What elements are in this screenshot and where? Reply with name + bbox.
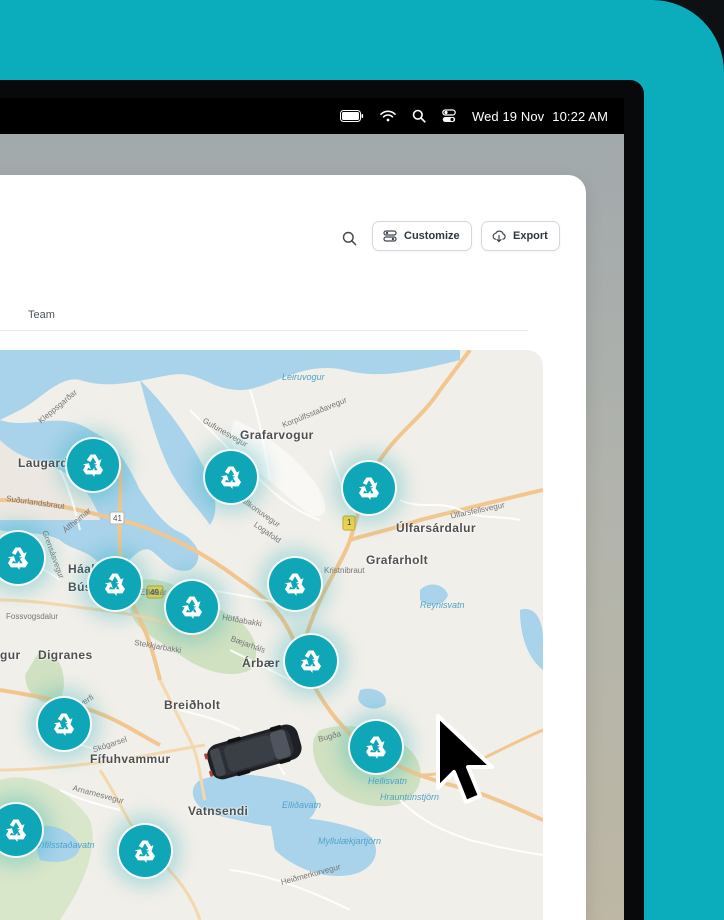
wifi-icon[interactable]	[380, 110, 396, 122]
recycle-icon	[5, 819, 26, 842]
hellisvatn-label: Hellisvatn	[368, 776, 408, 786]
digranes-label: Digranes	[38, 648, 93, 662]
recycle-icon	[358, 477, 379, 500]
sliders-icon	[383, 230, 397, 242]
hraunt-label: Hrauntúnstjörn	[380, 792, 440, 802]
breidholt-label: Breiðholt	[164, 698, 221, 712]
recycle-pin-haaleiti[interactable]	[89, 558, 141, 610]
myllu-label: Myllulækjartjörn	[318, 836, 382, 846]
grafarholt-label: Grafarholt	[366, 553, 429, 567]
road-41-label: 41	[113, 514, 122, 523]
menubar-time: 10:22 AM	[552, 108, 608, 124]
recycle-icon	[300, 650, 321, 673]
cloud-download-icon	[492, 230, 506, 243]
ellidavatn-label: Elliðavatn	[282, 800, 322, 810]
export-label: Export	[513, 230, 548, 242]
recycle-pin-grafarholt[interactable]	[343, 462, 395, 514]
recycle-icon	[82, 454, 103, 477]
kristnibraut-label: Kristnibraut	[324, 566, 365, 575]
laugard-label: Laugard	[18, 456, 69, 470]
reynisvatn-label: Reynisvatn	[420, 600, 465, 610]
recycle-icon	[181, 596, 202, 619]
recycle-icon	[220, 466, 241, 489]
search-icon	[342, 231, 356, 245]
vifilsstadavatn-label: Vífilsstaðavatn	[36, 840, 95, 850]
leiruvogur-label: Leiruvogur	[282, 372, 325, 382]
grafarvogur-label: Grafarvogur	[240, 428, 314, 442]
recycle-pin-vatnsendi[interactable]	[119, 825, 171, 877]
recycle-pin-kopavogur[interactable]	[38, 698, 90, 750]
recycle-icon	[365, 736, 386, 759]
menubar-date: Wed 19 Nov	[471, 108, 545, 124]
toolbar-search-button[interactable]	[338, 227, 360, 249]
recycle-pin-grafarvogur[interactable]	[205, 451, 257, 503]
customize-button[interactable]: Customize	[372, 221, 472, 251]
ulfarsardalur-label: Úlfarsárdalur	[396, 521, 476, 535]
road-1-label: 1	[347, 518, 352, 527]
mouse-pointer-icon	[436, 714, 494, 804]
map-view[interactable]: 41 49 1 Leiruvogur Reynisvatn Elliðavatn…	[0, 350, 543, 920]
recycle-pin-arbaer[interactable]	[285, 635, 337, 687]
tab-team[interactable]: Team	[28, 309, 55, 321]
fifuhvammur-label: Fífuhvammur	[90, 752, 171, 766]
recycle-icon	[53, 713, 74, 736]
search-icon[interactable]	[412, 109, 426, 123]
battery-icon[interactable]	[339, 110, 364, 122]
gur-label: gur	[0, 648, 21, 662]
recycle-icon	[284, 573, 305, 596]
tabs-divider	[0, 330, 528, 331]
ellidaar-label: Elliðaár	[140, 588, 167, 597]
fossvogsdalur-label: Fossvogsdalur	[6, 612, 59, 621]
arbaer-label: Árbær	[242, 656, 281, 670]
customize-label: Customize	[404, 230, 460, 242]
control-center-icon[interactable]	[442, 109, 456, 123]
recycle-pin-laugardalur[interactable]	[67, 439, 119, 491]
recycle-icon	[7, 547, 28, 570]
recycle-pin-ellidaar[interactable]	[166, 581, 218, 633]
recycle-icon	[104, 573, 125, 596]
recycle-pin-arbaer-north[interactable]	[269, 558, 321, 610]
recycle-pin-hellisheidi[interactable]	[350, 721, 402, 773]
recycle-icon	[134, 840, 155, 863]
vatnsendi-label: Vatnsendi	[188, 804, 249, 818]
car-icon[interactable]	[203, 720, 305, 782]
export-button[interactable]: Export	[481, 221, 560, 251]
menu-bar: Wed 19 Nov 10:22 AM	[0, 98, 624, 134]
